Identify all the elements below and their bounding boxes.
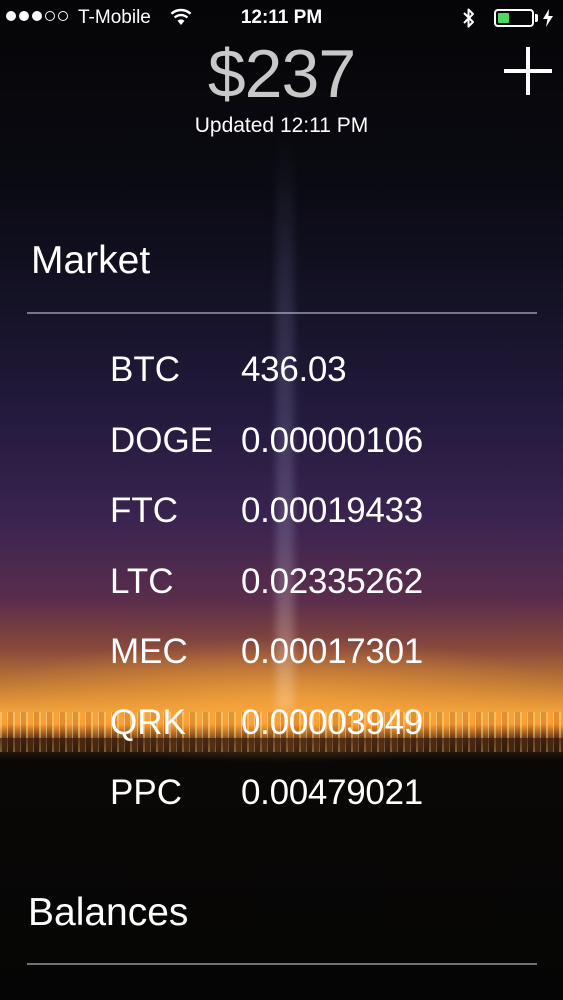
coin-symbol: FTC	[110, 491, 179, 531]
coin-price: 0.00019433	[241, 491, 423, 531]
battery-tip	[535, 14, 538, 22]
market-row-doge[interactable]: DOGE 0.00000106	[110, 406, 530, 477]
portfolio-total: $237	[207, 36, 356, 112]
market-row-ftc[interactable]: FTC 0.00019433	[110, 476, 530, 547]
plus-icon[interactable]	[500, 43, 556, 99]
market-divider	[27, 312, 537, 314]
coin-price: 436.03	[241, 350, 347, 390]
coin-symbol: PPC	[110, 773, 182, 813]
status-bar: T-Mobile 12:11 PM	[0, 0, 563, 36]
balances-section-title: Balances	[28, 891, 189, 934]
battery-icon	[494, 9, 534, 27]
balances-divider	[27, 963, 537, 965]
coin-price: 0.00003949	[241, 702, 423, 742]
bluetooth-icon	[463, 8, 474, 28]
coin-symbol: MEC	[110, 632, 188, 672]
market-row-qrk[interactable]: QRK 0.00003949	[110, 688, 530, 759]
battery-level-fill	[498, 13, 509, 23]
coin-symbol: BTC	[110, 350, 180, 390]
status-time: 12:11 PM	[240, 7, 323, 28]
coin-symbol: QRK	[110, 702, 186, 742]
coin-price: 0.00017301	[241, 632, 423, 672]
market-row-mec[interactable]: MEC 0.00017301	[110, 617, 530, 688]
coin-price: 0.02335262	[241, 561, 423, 601]
market-row-btc[interactable]: BTC 436.03	[110, 335, 530, 406]
market-section-title: Market	[31, 239, 151, 282]
coin-price: 0.00479021	[241, 773, 423, 813]
market-list: BTC 436.03 DOGE 0.00000106 FTC 0.0001943…	[110, 335, 530, 829]
charging-icon	[543, 9, 553, 27]
coin-symbol: LTC	[110, 561, 174, 601]
coin-price: 0.00000106	[241, 420, 423, 460]
coin-symbol: DOGE	[110, 420, 214, 460]
market-row-ltc[interactable]: LTC 0.02335262	[110, 547, 530, 618]
updated-timestamp: Updated 12:11 PM	[194, 114, 369, 137]
market-row-ppc[interactable]: PPC 0.00479021	[110, 758, 530, 829]
